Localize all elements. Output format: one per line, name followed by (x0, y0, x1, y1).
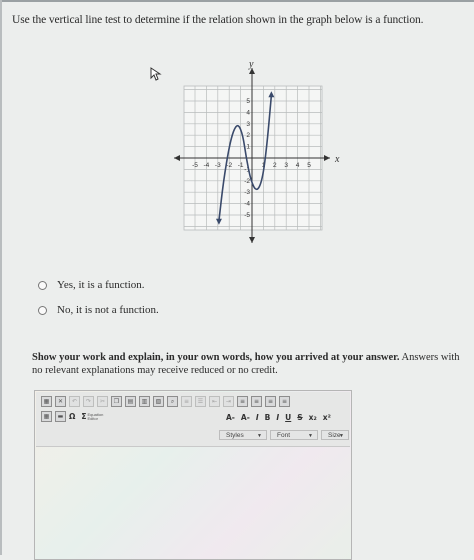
y-tick-label: 1 (246, 144, 250, 151)
toolbar-row-1: ▦ ✕ ↶ ↷ ✂ ❐ ▤ ▥ ▧ ⌕ ≡ ☰ ⇤ ⇥ ≡ ≡ ≡ ≡ (41, 396, 293, 407)
y-tick-label: -2 (244, 178, 250, 185)
y-tick-label: -4 (244, 201, 250, 208)
styles-select[interactable]: Styles ▼ (219, 430, 267, 440)
choice-yes-label: Yes, it is a function. (57, 279, 145, 291)
y-axis-label: y (248, 59, 254, 70)
rich-text-editor[interactable]: ▦ ✕ ↶ ↷ ✂ ❐ ▤ ▥ ▧ ⌕ ≡ ☰ ⇤ ⇥ ≡ ≡ ≡ ≡ ▦ ▬ … (34, 390, 352, 560)
instructions-bold: Show your work and explain, in your own … (32, 352, 400, 363)
instructions: Show your work and explain, in your own … (32, 351, 474, 377)
top-border (0, 0, 474, 2)
radio-yes[interactable] (38, 280, 47, 290)
y-tick-label: 3 (246, 121, 250, 128)
outdent-icon[interactable]: ⇤ (209, 396, 220, 407)
editor-toolbar: ▦ ✕ ↶ ↷ ✂ ❐ ▤ ▥ ▧ ⌕ ≡ ☰ ⇤ ⇥ ≡ ≡ ≡ ≡ ▦ ▬ … (36, 392, 350, 447)
x-axis-arrow-icon (324, 155, 330, 161)
bold-button[interactable]: B (265, 413, 271, 422)
function-graph: x y -5 -4 -3 -2 -1 1 2 3 4 5 5 4 3 2 1 -1 -2 -3 -4 -5 (170, 58, 350, 253)
align-justify-icon[interactable]: ≡ (279, 396, 290, 407)
choice-no[interactable]: No, it is not a function. (38, 304, 159, 316)
y-tick-label: 5 (246, 98, 250, 105)
x-tick-label: 4 (296, 162, 300, 169)
y-axis-down-arrow-icon (249, 237, 255, 243)
maximize-icon[interactable]: ✕ (55, 396, 66, 407)
x-axis-label: x (334, 154, 340, 165)
redo-icon[interactable]: ↷ (83, 396, 94, 407)
size-select[interactable]: Size ▼ (321, 430, 349, 440)
font-select-label: Font (277, 432, 291, 439)
size-chevron-down-icon: ▼ (339, 433, 344, 439)
horizontal-rule-icon[interactable]: ▬ (55, 411, 66, 422)
equation-editor-label[interactable]: Equation Editor (88, 412, 104, 421)
numbered-list-icon[interactable]: ≡ (181, 396, 192, 407)
paste-text-icon[interactable]: ▥ (139, 396, 150, 407)
bulleted-list-icon[interactable]: ☰ (195, 396, 206, 407)
radio-no[interactable] (38, 305, 47, 315)
y-tick-label: -5 (244, 212, 250, 219)
x-tick-label: 5 (307, 162, 311, 169)
subscript-button[interactable]: x₂ (309, 413, 317, 422)
background-color-button[interactable]: A- (241, 413, 250, 422)
choice-yes[interactable]: Yes, it is a function. (38, 279, 145, 291)
mouse-pointer-icon (150, 67, 162, 86)
strikethrough-button[interactable]: S (297, 413, 302, 422)
text-color-button[interactable]: A- (226, 413, 235, 422)
toolbar-row-2: ▦ ▬ Ω Σ Equation Editor (41, 411, 104, 422)
indent-icon[interactable]: ⇥ (223, 396, 234, 407)
styles-select-label: Styles (226, 432, 244, 439)
x-tick-label: -5 (192, 162, 198, 169)
font-select[interactable]: Font ▼ (270, 430, 318, 440)
align-left-icon[interactable]: ≡ (237, 396, 248, 407)
underline-button[interactable]: U (285, 413, 291, 422)
find-icon[interactable]: ⌕ (167, 396, 178, 407)
editor-text-area[interactable] (36, 447, 350, 558)
instructions-line2: no relevant explanations may receive red… (32, 365, 278, 376)
table-icon[interactable]: ▦ (41, 411, 52, 422)
italic-button[interactable]: I (276, 413, 279, 422)
x-tick-label: 3 (284, 162, 288, 169)
source-icon[interactable]: ▦ (41, 396, 52, 407)
instructions-rest: Answers with (399, 352, 460, 363)
left-border (0, 0, 2, 555)
x-axis-left-arrow-icon (174, 155, 180, 161)
x-tick-label: -4 (204, 162, 210, 169)
y-tick-label: -3 (244, 189, 250, 196)
superscript-button[interactable]: x² (323, 413, 331, 422)
align-right-icon[interactable]: ≡ (265, 396, 276, 407)
toolbar-format-row: A- A- I B I U S x₂ x² (226, 413, 337, 422)
remove-format-button[interactable]: I (256, 413, 259, 422)
copy-icon[interactable]: ❐ (111, 396, 122, 407)
y-tick-label: 2 (246, 132, 250, 139)
paste-icon[interactable]: ▤ (125, 396, 136, 407)
cut-icon[interactable]: ✂ (97, 396, 108, 407)
y-tick-label: 4 (246, 109, 250, 116)
align-center-icon[interactable]: ≡ (251, 396, 262, 407)
question-text: Use the vertical line test to determine … (12, 14, 424, 26)
x-tick-label: 2 (273, 162, 277, 169)
paste-word-icon[interactable]: ▧ (153, 396, 164, 407)
choice-no-label: No, it is not a function. (57, 304, 159, 316)
equation-sigma-button[interactable]: Σ (81, 412, 86, 421)
undo-icon[interactable]: ↶ (69, 396, 80, 407)
x-tick-label: -3 (215, 162, 221, 169)
x-tick-label: -1 (238, 162, 244, 169)
styles-chevron-down-icon: ▼ (257, 433, 262, 439)
special-character-button[interactable]: Ω (69, 412, 75, 421)
font-chevron-down-icon: ▼ (308, 433, 313, 439)
